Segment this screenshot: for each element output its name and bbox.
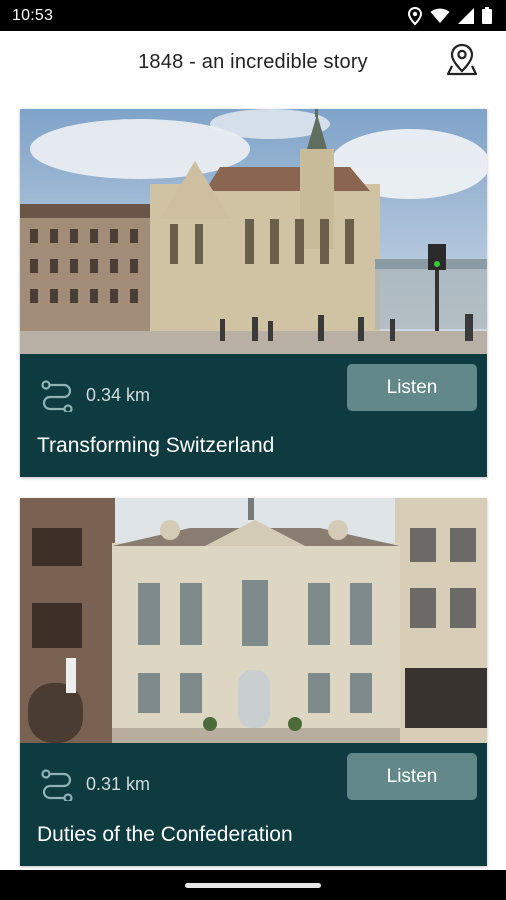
- navigation-bar: [0, 870, 506, 900]
- distance-label: 0.34 km: [86, 385, 151, 405]
- card-footer: 0.31 km Listen Duties of the Confederati…: [20, 743, 487, 866]
- status-bar: 10:53: [0, 0, 506, 31]
- map-pin-icon: [446, 42, 478, 81]
- tour-card[interactable]: 0.34 km Listen Transforming Switzerland: [20, 109, 487, 477]
- route-icon: [40, 378, 74, 414]
- battery-icon: [482, 7, 492, 24]
- listen-button[interactable]: Listen: [347, 364, 477, 411]
- church-square-photo: [20, 109, 487, 354]
- signal-icon: [458, 7, 474, 24]
- historic-building-photo: [20, 498, 487, 743]
- map-button[interactable]: [446, 42, 478, 81]
- app-header: 1848 - an incredible story: [0, 31, 506, 93]
- status-icons: [408, 6, 492, 25]
- tour-card[interactable]: 0.31 km Listen Duties of the Confederati…: [20, 498, 487, 866]
- status-time: 10:53: [12, 6, 54, 24]
- card-title: Duties of the Confederation: [37, 823, 293, 846]
- page-title: 1848 - an incredible story: [138, 50, 368, 73]
- card-title: Transforming Switzerland: [37, 434, 275, 457]
- listen-button[interactable]: Listen: [347, 753, 477, 800]
- wifi-icon: [430, 8, 450, 24]
- home-indicator[interactable]: [185, 883, 321, 888]
- route-icon: [40, 767, 74, 803]
- distance-label: 0.31 km: [86, 774, 151, 794]
- card-footer: 0.34 km Listen Transforming Switzerland: [20, 354, 487, 477]
- location-icon: [408, 6, 422, 25]
